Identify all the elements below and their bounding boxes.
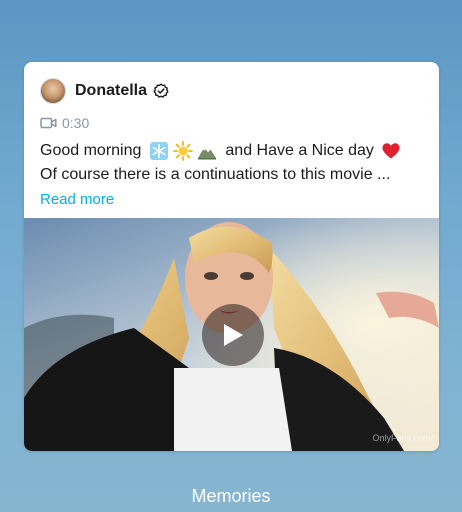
play-button[interactable] [202,304,264,366]
post-card: Donatella 0:30 Good morning and Have a N… [24,62,439,451]
avatar[interactable] [40,78,66,104]
read-more-link[interactable]: Read more [40,191,114,208]
post-text-line-2: Of course there is a continuations to th… [40,166,391,183]
video-duration: 0:30 [40,115,89,131]
author-name[interactable]: Donatella [75,82,147,100]
memories-label[interactable]: Memories [0,486,462,507]
duration-text: 0:30 [62,115,90,131]
mountain-icon [198,147,217,160]
post-text-end: and Have a Nice day [225,142,374,159]
video-camera-icon [40,117,57,129]
play-icon [224,324,243,346]
watermark: OnlyFans.com/ [372,433,433,443]
post-header: Donatella [40,78,169,104]
red-heart-icon [382,143,400,159]
sun-icon [173,141,194,161]
snowflake-icon [150,142,169,160]
post-text-line-1: Good morning and Have a Nice day [40,141,403,161]
post-text-start: Good morning [40,142,142,159]
video-thumbnail[interactable]: OnlyFans.com/ [24,218,439,451]
verified-badge-icon [153,83,169,98]
